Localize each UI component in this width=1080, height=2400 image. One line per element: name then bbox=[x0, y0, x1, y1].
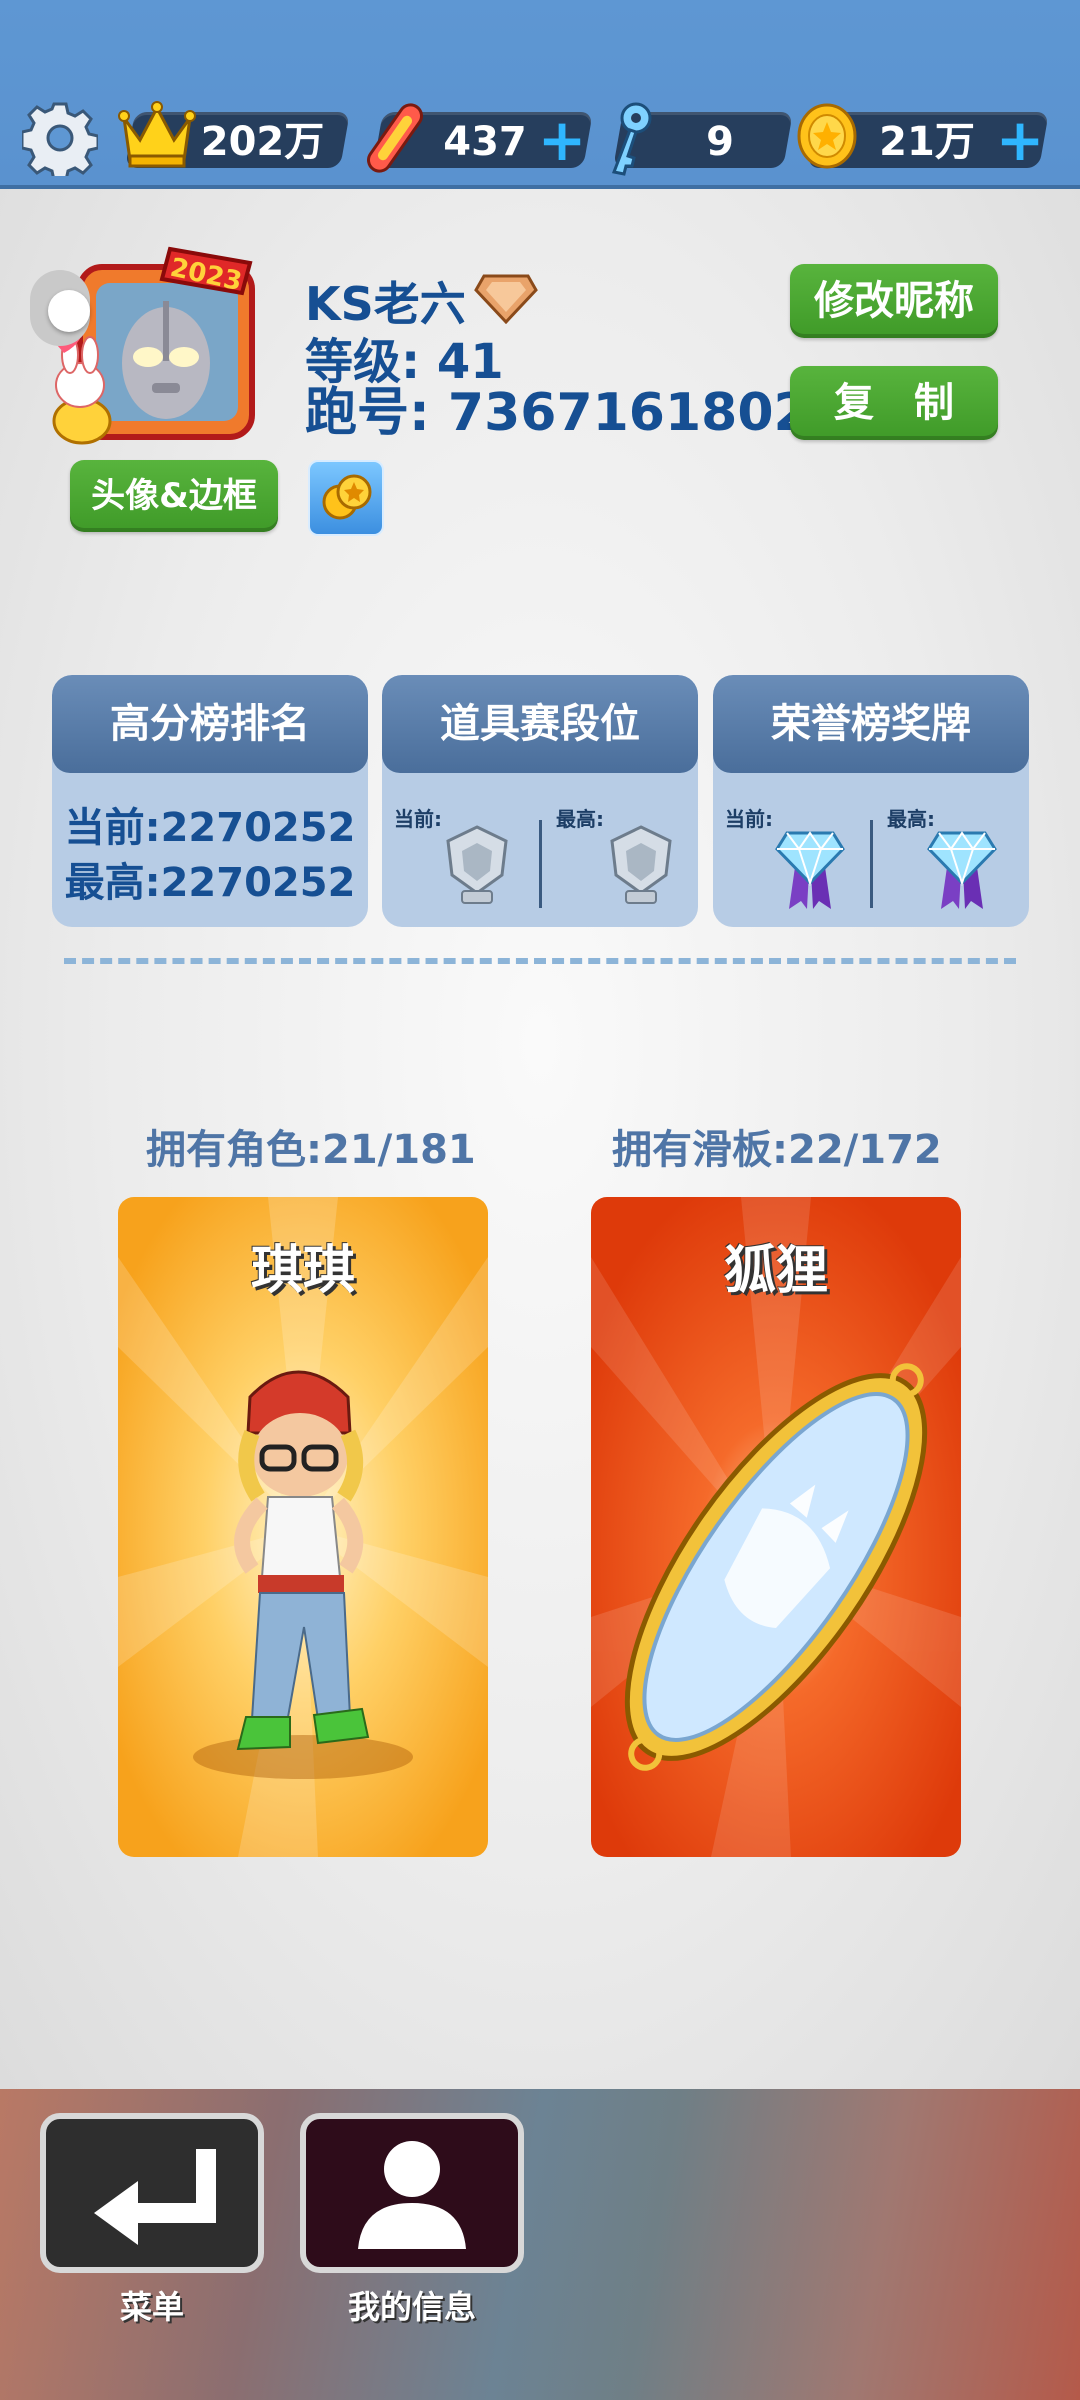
gear-icon[interactable] bbox=[22, 100, 98, 176]
visibility-toggle-knob[interactable] bbox=[48, 290, 90, 332]
character-name: 琪琪 bbox=[250, 1241, 355, 1301]
highscore-current: 当前:2270252 bbox=[64, 805, 356, 851]
avatar-frame-button[interactable]: 头像&边框 bbox=[70, 460, 278, 532]
coin-icon bbox=[797, 103, 857, 169]
menu-label: 菜单 bbox=[119, 2288, 184, 2326]
my-info-button[interactable] bbox=[300, 2113, 524, 2273]
highscore-best: 最高:2270252 bbox=[64, 860, 356, 906]
honor-card[interactable]: 荣誉榜奖牌 当前: 最高: bbox=[713, 675, 1029, 927]
honor-current-label: 当前: bbox=[725, 807, 773, 831]
board-name: 狐狸 bbox=[723, 1241, 828, 1301]
coin-badge[interactable] bbox=[308, 460, 384, 536]
honor-title: 荣誉榜奖牌 bbox=[713, 675, 1029, 773]
items-tier-divider bbox=[539, 820, 542, 908]
diamond-medal-best-icon bbox=[927, 831, 997, 909]
highscore-title: 高分榜排名 bbox=[52, 675, 368, 773]
characters-owned-label: 拥有角色:21/181 bbox=[146, 1127, 476, 1173]
boards-owned-label: 拥有滑板:22/172 bbox=[612, 1127, 942, 1173]
menu-button[interactable] bbox=[40, 2113, 264, 2273]
copy-id-button[interactable]: 复 制 bbox=[790, 366, 998, 440]
honor-divider bbox=[870, 820, 873, 908]
coin-badge-icon bbox=[322, 474, 372, 520]
player-id: 跑号: 7367161802 bbox=[305, 383, 810, 443]
crown-icon bbox=[118, 101, 196, 168]
keys-count: 9 bbox=[706, 119, 734, 165]
highscore-card[interactable]: 高分榜排名 当前:2270252 最高:2270252 bbox=[52, 675, 368, 927]
diamond-medal-current-icon bbox=[775, 831, 845, 909]
coins-count: 21万 bbox=[879, 119, 975, 165]
coins-add-button[interactable]: + bbox=[992, 111, 1048, 170]
section-divider bbox=[64, 958, 1016, 964]
boards-count: 437 bbox=[443, 119, 527, 165]
vip-gem-icon bbox=[474, 274, 538, 324]
tier-badge-best-icon bbox=[610, 825, 672, 904]
rename-button[interactable]: 修改昵称 bbox=[790, 264, 998, 338]
return-arrow-icon bbox=[94, 2149, 216, 2245]
my-info-label: 我的信息 bbox=[347, 2288, 476, 2326]
hoverboard-icon bbox=[367, 103, 423, 173]
items-tier-card[interactable]: 道具赛段位 当前: 最高: bbox=[382, 675, 698, 927]
items-tier-current-label: 当前: bbox=[394, 807, 442, 831]
crowns-count: 202万 bbox=[200, 119, 325, 165]
items-tier-best-label: 最高: bbox=[556, 807, 604, 831]
tier-badge-current-icon bbox=[446, 825, 508, 904]
person-icon bbox=[358, 2141, 466, 2249]
items-tier-title: 道具赛段位 bbox=[382, 675, 698, 773]
key-icon bbox=[611, 102, 652, 176]
boards-add-button[interactable]: + bbox=[534, 111, 590, 170]
